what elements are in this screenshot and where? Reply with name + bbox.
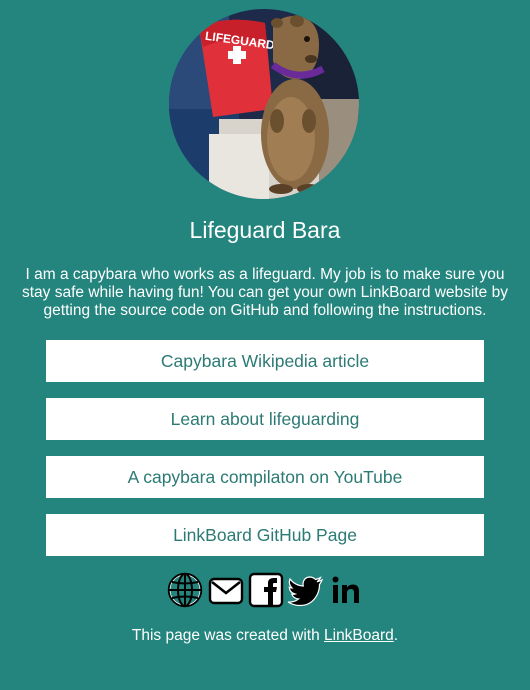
linkedin-icon[interactable] <box>330 571 362 609</box>
twitter-icon[interactable] <box>286 571 326 609</box>
globe-icon[interactable] <box>166 571 204 609</box>
link-button-lifeguarding[interactable]: Learn about lifeguarding <box>46 398 484 440</box>
linkboard-page: LIFEGUARD Lifeguard Bara I am a capybara… <box>0 0 530 690</box>
link-list: Capybara Wikipedia article Learn about l… <box>46 340 484 572</box>
avatar: LIFEGUARD <box>169 9 359 199</box>
footer-credit: This page was created with LinkBoard. <box>0 627 530 645</box>
profile-bio: I am a capybara who works as a lifeguard… <box>22 266 508 319</box>
facebook-icon[interactable] <box>248 571 284 609</box>
footer-prefix: This page was created with <box>131 627 324 644</box>
capybara-photo: LIFEGUARD <box>169 9 359 199</box>
footer-suffix: . <box>393 627 399 644</box>
link-button-youtube-compilation[interactable]: A capybara compilaton on YouTube <box>46 456 484 498</box>
linkboard-link[interactable]: LinkBoard <box>324 627 394 644</box>
link-button-capybara-wikipedia[interactable]: Capybara Wikipedia article <box>46 340 484 382</box>
social-links <box>166 571 366 609</box>
profile-name: Lifeguard Bara <box>189 217 341 243</box>
mail-icon[interactable] <box>208 571 244 609</box>
link-button-linkboard-github[interactable]: LinkBoard GitHub Page <box>46 514 484 556</box>
